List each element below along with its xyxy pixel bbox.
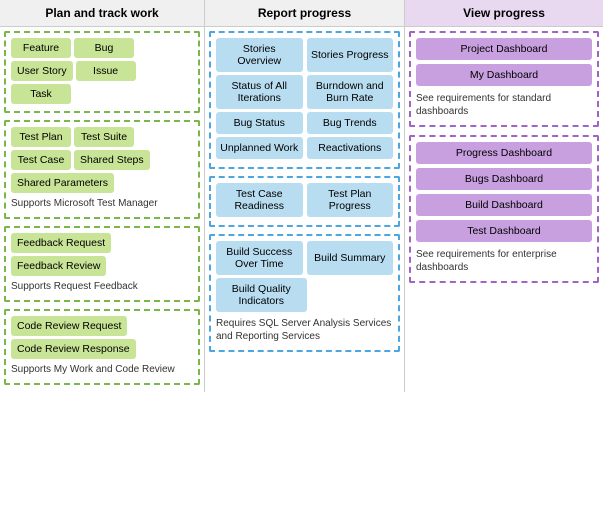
report-row4: Unplanned Work Reactivations	[216, 137, 393, 159]
body-row: Feature Bug User Story Issue Task Test P…	[0, 27, 603, 392]
test-suite-button[interactable]: Test Suite	[74, 127, 134, 147]
code-review-response-button[interactable]: Code Review Response	[11, 339, 136, 359]
report-build-row1: Build Success Over Time Build Summary	[216, 241, 393, 275]
user-story-button[interactable]: User Story	[11, 61, 73, 81]
my-dashboard-button[interactable]: My Dashboard	[416, 64, 592, 86]
plan-group-workitems: Feature Bug User Story Issue Task	[4, 31, 200, 113]
plan-workitems-grid: Feature Bug User Story Issue Task	[11, 38, 193, 104]
header-view: View progress	[405, 0, 603, 26]
build-summary-button[interactable]: Build Summary	[307, 241, 394, 275]
test-group-note: Supports Microsoft Test Manager	[11, 195, 193, 212]
plan-column: Feature Bug User Story Issue Task Test P…	[0, 27, 205, 392]
header-row: Plan and track work Report progress View…	[0, 0, 603, 27]
header-plan: Plan and track work	[0, 0, 205, 26]
plan-codereview-grid: Code Review Request Code Review Response	[11, 316, 193, 359]
project-dashboard-button[interactable]: Project Dashboard	[416, 38, 592, 60]
plan-group-codereview: Code Review Request Code Review Response…	[4, 309, 200, 385]
feedback-group-note: Supports Request Feedback	[11, 278, 193, 295]
unplanned-work-button[interactable]: Unplanned Work	[216, 137, 303, 159]
report-group2: Test Case Readiness Test Plan Progress	[209, 176, 400, 227]
bugs-dashboard-button[interactable]: Bugs Dashboard	[416, 168, 592, 190]
code-review-request-button[interactable]: Code Review Request	[11, 316, 127, 336]
report-test-row: Test Case Readiness Test Plan Progress	[216, 183, 393, 217]
burndown-burn-rate-button[interactable]: Burndown and Burn Rate	[307, 75, 394, 109]
build-success-over-time-button[interactable]: Build Success Over Time	[216, 241, 303, 275]
build-group-note: Requires SQL Server Analysis Services an…	[216, 315, 393, 345]
report-row2: Status of All Iterations Burndown and Bu…	[216, 75, 393, 109]
bug-button[interactable]: Bug	[74, 38, 134, 58]
task-button[interactable]: Task	[11, 84, 71, 104]
shared-steps-button[interactable]: Shared Steps	[74, 150, 150, 170]
standard-dashboards-note: See requirements for standard dashboards	[416, 90, 592, 120]
build-dashboard-button[interactable]: Build Dashboard	[416, 194, 592, 216]
plan-test-grid: Test Plan Test Suite Test Case Shared St…	[11, 127, 193, 193]
bug-trends-button[interactable]: Bug Trends	[307, 112, 394, 134]
stories-overview-button[interactable]: Stories Overview	[216, 38, 303, 72]
report-group3: Build Success Over Time Build Summary Bu…	[209, 234, 400, 352]
test-plan-progress-button[interactable]: Test Plan Progress	[307, 183, 394, 217]
view-group2: Progress Dashboard Bugs Dashboard Build …	[409, 135, 599, 283]
view-column: Project Dashboard My Dashboard See requi…	[405, 27, 603, 392]
feedback-request-button[interactable]: Feedback Request	[11, 233, 111, 253]
status-all-iterations-button[interactable]: Status of All Iterations	[216, 75, 303, 109]
test-case-button[interactable]: Test Case	[11, 150, 71, 170]
reactivations-button[interactable]: Reactivations	[307, 137, 394, 159]
build-quality-indicators-button[interactable]: Build Quality Indicators	[216, 278, 307, 312]
enterprise-dashboards-note: See requirements for enterprise dashboar…	[416, 246, 592, 276]
test-case-readiness-button[interactable]: Test Case Readiness	[216, 183, 303, 217]
report-column: Stories Overview Stories Progress Status…	[205, 27, 405, 392]
report-row3: Bug Status Bug Trends	[216, 112, 393, 134]
view-group1: Project Dashboard My Dashboard See requi…	[409, 31, 599, 127]
plan-feedback-grid: Feedback Request Feedback Review	[11, 233, 193, 276]
report-build-row2: Build Quality Indicators	[216, 278, 393, 312]
stories-progress-button[interactable]: Stories Progress	[307, 38, 394, 72]
plan-group-test: Test Plan Test Suite Test Case Shared St…	[4, 120, 200, 219]
bug-status-button[interactable]: Bug Status	[216, 112, 303, 134]
main-container: Plan and track work Report progress View…	[0, 0, 603, 392]
report-group1: Stories Overview Stories Progress Status…	[209, 31, 400, 169]
issue-button[interactable]: Issue	[76, 61, 136, 81]
header-report: Report progress	[205, 0, 405, 26]
progress-dashboard-button[interactable]: Progress Dashboard	[416, 142, 592, 164]
report-row1: Stories Overview Stories Progress	[216, 38, 393, 72]
test-plan-button[interactable]: Test Plan	[11, 127, 71, 147]
plan-group-feedback: Feedback Request Feedback Review Support…	[4, 226, 200, 302]
codereview-group-note: Supports My Work and Code Review	[11, 361, 193, 378]
feature-button[interactable]: Feature	[11, 38, 71, 58]
feedback-review-button[interactable]: Feedback Review	[11, 256, 106, 276]
shared-params-button[interactable]: Shared Parameters	[11, 173, 114, 193]
test-dashboard-button[interactable]: Test Dashboard	[416, 220, 592, 242]
